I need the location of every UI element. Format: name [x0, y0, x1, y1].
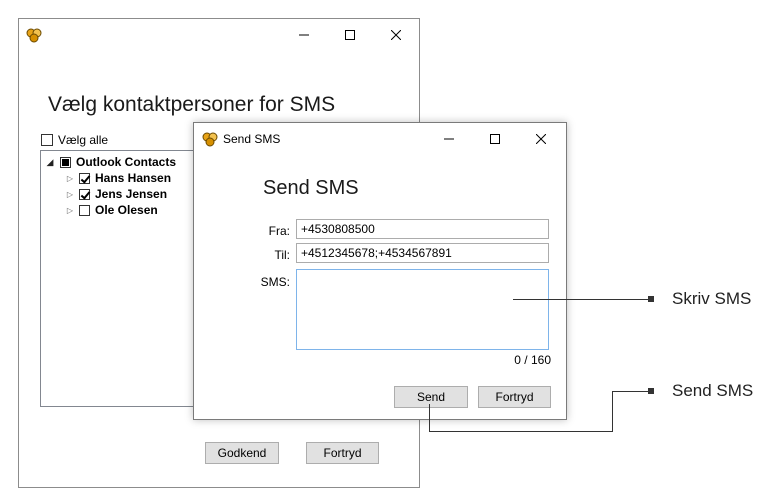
contact-checkbox[interactable] — [79, 172, 90, 184]
sms-label: SMS: — [260, 275, 290, 289]
callout-line-send-top — [612, 391, 651, 392]
approve-button[interactable]: Godkend — [205, 442, 279, 464]
tree-item-ole[interactable]: ▷ Ole Olesen — [65, 203, 158, 217]
callout-marker-write — [648, 296, 654, 302]
callout-marker-send — [648, 388, 654, 394]
sms-textarea[interactable] — [296, 269, 549, 350]
minimize-icon — [299, 34, 309, 36]
close-button[interactable] — [373, 19, 419, 51]
cancel-button[interactable]: Fortryd — [306, 442, 379, 464]
to-label: Til: — [274, 248, 290, 262]
contact-name: Ole Olesen — [95, 203, 158, 217]
collapsed-triangle-icon[interactable]: ▷ — [65, 206, 75, 215]
minimize-button[interactable] — [281, 19, 327, 51]
app-icon — [26, 27, 42, 48]
maximize-button[interactable] — [327, 19, 373, 51]
callout-write-sms: Skriv SMS — [672, 289, 752, 308]
select-all-checkbox[interactable]: Vælg alle — [41, 133, 108, 147]
minimize-button[interactable] — [426, 123, 472, 155]
callout-send-sms: Send SMS — [672, 381, 754, 400]
collapsed-triangle-icon[interactable]: ▷ — [65, 190, 75, 199]
close-icon — [391, 30, 401, 40]
caption-buttons — [281, 19, 419, 51]
tree-item-jens[interactable]: ▷ Jens Jensen — [65, 187, 167, 201]
root-checkbox[interactable] — [60, 156, 71, 168]
from-label: Fra: — [268, 224, 290, 238]
maximize-icon — [345, 30, 355, 40]
tree-item-hans[interactable]: ▷ Hans Hansen — [65, 171, 171, 185]
dialog-cancel-button[interactable]: Fortryd — [478, 386, 551, 408]
callout-line-send-vertical — [429, 404, 430, 432]
select-all-label: Vælg alle — [58, 133, 109, 147]
contacts-tree[interactable]: ◢ Outlook Contacts ▷ Hans Hansen ▷ Jens … — [40, 150, 200, 407]
maximize-icon — [490, 134, 500, 144]
contact-checkbox[interactable] — [79, 204, 90, 216]
to-field[interactable]: +4512345678;+4534567891 — [296, 243, 549, 263]
maximize-button[interactable] — [472, 123, 518, 155]
send-sms-dialog: Send SMS Send SMS Fra: +4530808500 Til: … — [193, 122, 567, 420]
send-button[interactable]: Send — [394, 386, 468, 408]
close-button[interactable] — [518, 123, 564, 155]
window-title: Send SMS — [223, 132, 281, 146]
tree-root[interactable]: ◢ Outlook Contacts — [45, 155, 176, 169]
app-icon — [202, 131, 218, 152]
checkbox-icon — [41, 134, 53, 146]
callout-line-send-bottom — [429, 431, 613, 432]
callout-line-write — [513, 299, 651, 300]
contact-checkbox[interactable] — [79, 188, 90, 200]
character-counter: 0 / 160 — [514, 353, 551, 367]
from-field[interactable]: +4530808500 — [296, 219, 549, 239]
close-icon — [536, 134, 546, 144]
callout-line-send-riser — [612, 391, 613, 432]
page-title: Vælg kontaktpersoner for SMS — [48, 93, 336, 116]
minimize-icon — [444, 138, 454, 140]
tree-root-label: Outlook Contacts — [76, 155, 177, 169]
collapsed-triangle-icon[interactable]: ▷ — [65, 174, 75, 183]
contact-name: Hans Hansen — [95, 171, 172, 185]
contact-name: Jens Jensen — [95, 187, 168, 201]
expanded-triangle-icon[interactable]: ◢ — [45, 157, 55, 168]
dialog-heading: Send SMS — [263, 177, 359, 199]
caption-buttons — [426, 123, 564, 155]
